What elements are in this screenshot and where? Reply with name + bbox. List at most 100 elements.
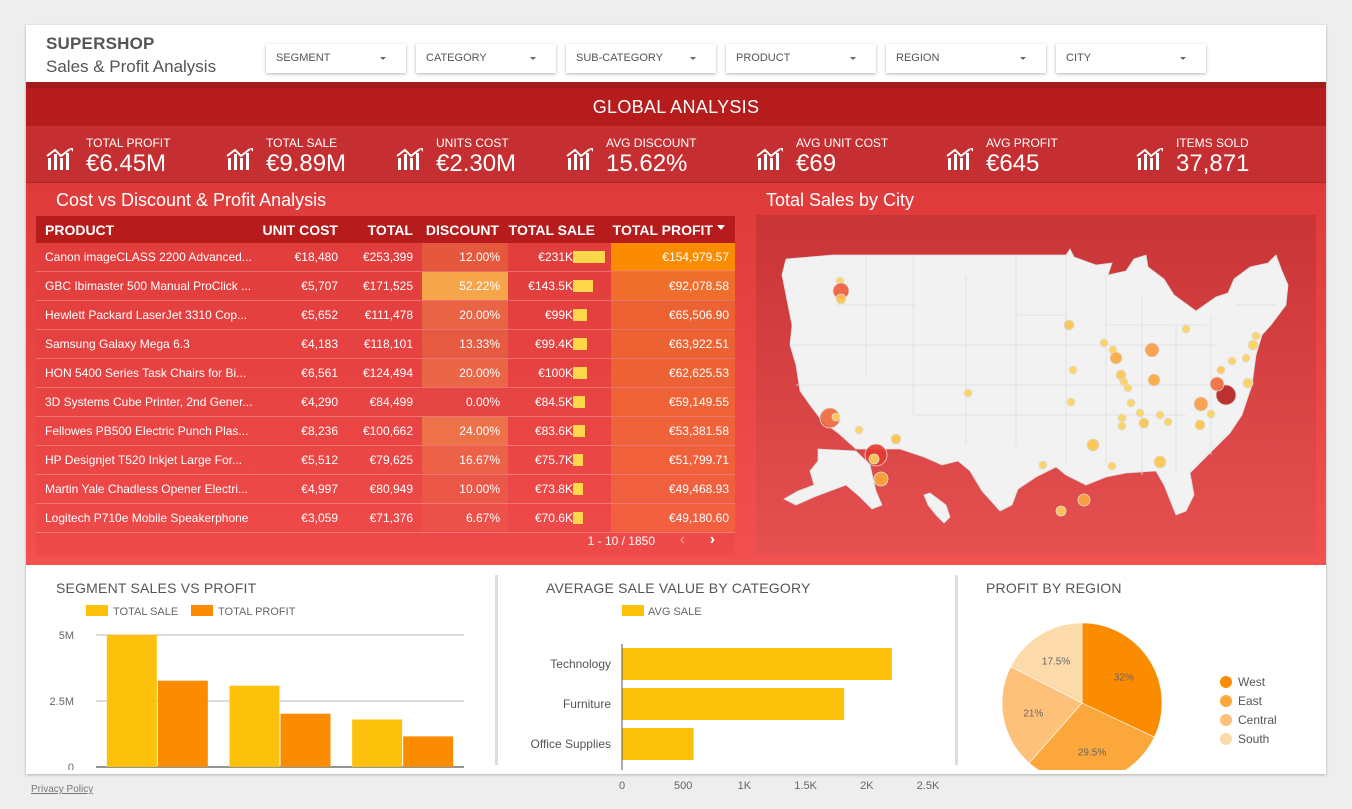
- privacy-policy-link[interactable]: Privacy Policy: [31, 784, 93, 795]
- bar-avg-sale[interactable]: [622, 648, 892, 680]
- city-marker[interactable]: [1144, 342, 1160, 358]
- city-marker[interactable]: [1117, 413, 1127, 423]
- kpi-label: ITEMS SOLD: [1176, 136, 1249, 150]
- city-marker[interactable]: [1163, 417, 1173, 427]
- bar-total-profit[interactable]: [280, 713, 331, 767]
- column-header-product[interactable]: PRODUCT: [45, 222, 114, 238]
- table-row[interactable]: Fellowes PB500 Electric Punch Plas... €8,…: [36, 417, 735, 446]
- total-sale-bar: [573, 454, 583, 466]
- column-header-total-sale[interactable]: TOTAL SALE: [509, 222, 595, 238]
- city-marker[interactable]: [1077, 493, 1091, 507]
- kpi-value: 15.62%: [606, 150, 688, 177]
- table-row[interactable]: HON 5400 Series Task Chairs for Bi... €6,…: [36, 359, 735, 388]
- table-row[interactable]: Samsung Galaxy Mega 6.3 €4,183 €118,101 13.…: [36, 330, 735, 359]
- kpi-bar: TOTAL PROFIT €6.45M TOTAL SALE €9.89M UNITS …: [26, 126, 1326, 183]
- bar-avg-sale[interactable]: [622, 688, 845, 720]
- sort-descending-icon[interactable]: [717, 225, 725, 230]
- table-row[interactable]: Logitech P710e Mobile Speakerphone €3,059…: [36, 504, 735, 533]
- bar-avg-sale[interactable]: [622, 728, 694, 760]
- city-marker[interactable]: [1055, 505, 1067, 517]
- cell-total-sale: €100K: [508, 359, 611, 387]
- global-analysis-section: GLOBAL ANALYSIS TOTAL PROFIT €6.45M TOTAL …: [26, 82, 1326, 565]
- city-marker[interactable]: [1193, 396, 1209, 412]
- column-header-total-profit[interactable]: TOTAL PROFIT: [613, 222, 713, 238]
- city-marker[interactable]: [1068, 365, 1078, 375]
- filter-region[interactable]: REGION: [886, 44, 1046, 73]
- city-marker[interactable]: [831, 412, 841, 422]
- city-marker[interactable]: [1123, 383, 1133, 393]
- city-marker[interactable]: [1209, 376, 1225, 392]
- table-row[interactable]: HP Designjet T520 Inkjet Large For... €5,…: [36, 446, 735, 475]
- table-row[interactable]: Canon imageCLASS 2200 Advanced... €18,480…: [36, 243, 735, 272]
- city-marker[interactable]: [963, 388, 973, 398]
- us-map: [781, 248, 1289, 524]
- cell-total: €100,662: [362, 424, 413, 438]
- city-marker[interactable]: [1206, 409, 1216, 419]
- city-sales-map[interactable]: [756, 215, 1316, 555]
- bar-total-sale[interactable]: [352, 719, 403, 767]
- dashboard-page: SUPERSHOP Sales & Profit Analysis SEGMEN…: [26, 25, 1326, 792]
- filter-label: CATEGORY: [426, 52, 487, 64]
- city-marker[interactable]: [1126, 398, 1136, 408]
- filter-label: PRODUCT: [736, 52, 791, 64]
- column-header-unit-cost[interactable]: UNIT COST: [263, 222, 338, 238]
- city-marker[interactable]: [1227, 356, 1237, 366]
- city-marker[interactable]: [1216, 365, 1226, 375]
- table-row[interactable]: Hewlett Packard LaserJet 3310 Cop... €5,6…: [36, 301, 735, 330]
- bar-total-profit[interactable]: [157, 680, 208, 767]
- cell-total-sale: €70.6K: [508, 504, 611, 532]
- city-marker[interactable]: [835, 293, 847, 305]
- previous-page-icon[interactable]: ‹: [680, 531, 685, 549]
- total-sale-value: €84.5K: [534, 395, 573, 409]
- city-marker[interactable]: [854, 425, 864, 435]
- cell-total-profit: €92,078.58: [611, 272, 735, 300]
- city-marker[interactable]: [1147, 373, 1161, 387]
- legend-label: East: [1238, 694, 1263, 708]
- city-marker[interactable]: [1242, 377, 1254, 389]
- city-marker[interactable]: [873, 471, 889, 487]
- cell-total-sale: €99.4K: [508, 330, 611, 358]
- cell-total: €84,499: [369, 395, 413, 409]
- city-marker[interactable]: [1117, 421, 1127, 431]
- city-marker[interactable]: [1181, 324, 1191, 334]
- table-row[interactable]: GBC Ibimaster 500 Manual ProClick ... €5,…: [36, 272, 735, 301]
- total-sale-bar: [573, 367, 587, 379]
- city-marker[interactable]: [1099, 338, 1109, 348]
- city-marker[interactable]: [1251, 331, 1261, 341]
- filter-product[interactable]: PRODUCT: [726, 44, 876, 73]
- legend-swatch: [622, 605, 644, 616]
- column-header-total[interactable]: TOTAL: [368, 222, 413, 238]
- total-sale-bar: [573, 338, 587, 350]
- filter-sub-category[interactable]: SUB-CATEGORY: [566, 44, 716, 73]
- next-page-icon[interactable]: ›: [710, 531, 715, 549]
- city-marker[interactable]: [1109, 351, 1123, 365]
- column-header-discount[interactable]: DISCOUNT: [426, 222, 499, 238]
- table-row[interactable]: Martin Yale Chadless Opener Electri... €4…: [36, 475, 735, 504]
- total-sale-value: €70.6K: [534, 511, 573, 525]
- city-marker[interactable]: [1086, 438, 1100, 452]
- city-marker[interactable]: [868, 453, 880, 465]
- city-marker[interactable]: [1194, 419, 1206, 431]
- bar-total-profit[interactable]: [403, 736, 454, 767]
- city-marker[interactable]: [1247, 339, 1259, 351]
- pie-label: 32%: [1114, 672, 1134, 683]
- city-marker[interactable]: [1038, 460, 1048, 470]
- city-marker[interactable]: [890, 433, 902, 445]
- x-tick-label: 0: [619, 780, 625, 792]
- city-marker[interactable]: [1241, 353, 1251, 363]
- filter-city[interactable]: CITY: [1056, 44, 1206, 73]
- bar-total-sale[interactable]: [229, 685, 280, 767]
- table-row[interactable]: 3D Systems Cube Printer, 2nd Gener... €4,…: [36, 388, 735, 417]
- city-marker[interactable]: [1138, 417, 1150, 429]
- city-marker[interactable]: [1107, 461, 1117, 471]
- cell-total-profit: €51,799.71: [611, 446, 735, 474]
- city-marker[interactable]: [1135, 408, 1145, 418]
- kpi-value: €9.89M: [266, 150, 347, 177]
- city-marker[interactable]: [1155, 410, 1165, 420]
- city-marker[interactable]: [1063, 319, 1075, 331]
- city-marker[interactable]: [1066, 397, 1076, 407]
- bar-total-sale[interactable]: [106, 635, 157, 767]
- city-marker[interactable]: [1153, 455, 1167, 469]
- filter-segment[interactable]: SEGMENT: [266, 44, 406, 73]
- filter-category[interactable]: CATEGORY: [416, 44, 556, 73]
